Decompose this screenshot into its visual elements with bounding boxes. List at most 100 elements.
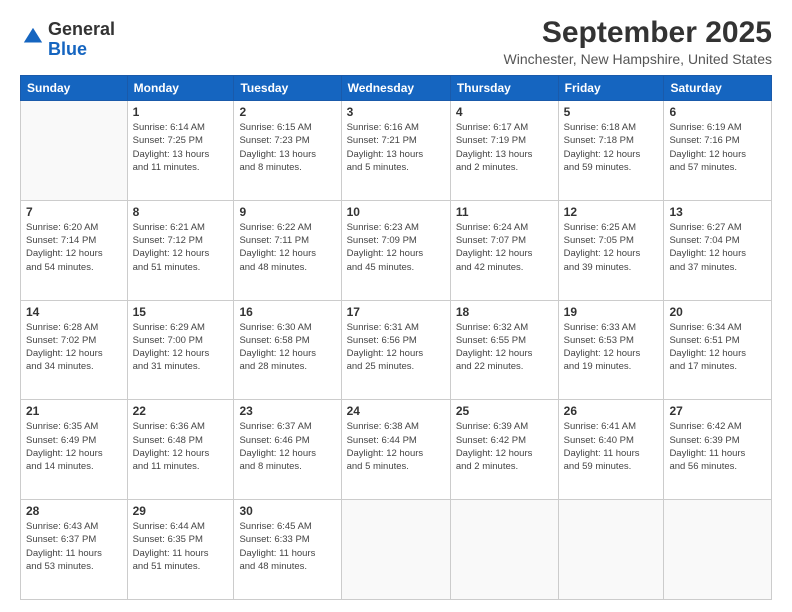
- week-row-1: 7 Sunrise: 6:20 AM Sunset: 7:14 PM Daylig…: [21, 200, 772, 300]
- day-number: 15: [133, 305, 229, 319]
- day-number: 1: [133, 105, 229, 119]
- day-info: Sunrise: 6:33 AM Sunset: 6:53 PM Dayligh…: [564, 321, 659, 374]
- day-info: Sunrise: 6:45 AM Sunset: 6:33 PM Dayligh…: [239, 520, 335, 573]
- day-info: Sunrise: 6:30 AM Sunset: 6:58 PM Dayligh…: [239, 321, 335, 374]
- logo-text: General Blue: [48, 20, 115, 60]
- day-info: Sunrise: 6:32 AM Sunset: 6:55 PM Dayligh…: [456, 321, 553, 374]
- day-info: Sunrise: 6:22 AM Sunset: 7:11 PM Dayligh…: [239, 221, 335, 274]
- day-cell: 23Sunrise: 6:37 AM Sunset: 6:46 PM Dayli…: [234, 400, 341, 500]
- day-info: Sunrise: 6:36 AM Sunset: 6:48 PM Dayligh…: [133, 420, 229, 473]
- day-cell: 10Sunrise: 6:23 AM Sunset: 7:09 PM Dayli…: [341, 200, 450, 300]
- day-cell: 24 Sunrise: 6:38 AM Sunset: 6:44 PM Dayli…: [341, 400, 450, 500]
- day-cell: 20 Sunrise: 6:34 AM Sunset: 6:51 PM Dayli…: [664, 300, 772, 400]
- day-cell: 7 Sunrise: 6:20 AM Sunset: 7:14 PM Daylig…: [21, 200, 128, 300]
- day-number: 22: [133, 404, 229, 418]
- day-number: 2: [239, 105, 335, 119]
- page: General Blue September 2025 Winchester, …: [0, 0, 792, 612]
- day-info: Sunrise: 6:24 AM Sunset: 7:07 PM Dayligh…: [456, 221, 553, 274]
- day-number: 8: [133, 205, 229, 219]
- day-info: Sunrise: 6:20 AM Sunset: 7:14 PM Dayligh…: [26, 221, 122, 274]
- day-cell: [450, 500, 558, 600]
- day-cell: 3 Sunrise: 6:16 AM Sunset: 7:21 PM Daylig…: [341, 101, 450, 201]
- day-number: 13: [669, 205, 766, 219]
- day-number: 27: [669, 404, 766, 418]
- day-number: 25: [456, 404, 553, 418]
- day-cell: 28 Sunrise: 6:43 AM Sunset: 6:37 PM Dayli…: [21, 500, 128, 600]
- day-number: 11: [456, 205, 553, 219]
- day-info: Sunrise: 6:21 AM Sunset: 7:12 PM Dayligh…: [133, 221, 229, 274]
- calendar-table: SundayMondayTuesdayWednesdayThursdayFrid…: [20, 75, 772, 600]
- day-cell: 12Sunrise: 6:25 AM Sunset: 7:05 PM Dayli…: [558, 200, 664, 300]
- day-info: Sunrise: 6:41 AM Sunset: 6:40 PM Dayligh…: [564, 420, 659, 473]
- day-info: Sunrise: 6:14 AM Sunset: 7:25 PM Dayligh…: [133, 121, 229, 174]
- day-info: Sunrise: 6:23 AM Sunset: 7:09 PM Dayligh…: [347, 221, 445, 274]
- week-row-3: 21 Sunrise: 6:35 AM Sunset: 6:49 PM Dayli…: [21, 400, 772, 500]
- day-cell: 13 Sunrise: 6:27 AM Sunset: 7:04 PM Dayli…: [664, 200, 772, 300]
- weekday-header-sunday: Sunday: [21, 76, 128, 101]
- day-cell: 6 Sunrise: 6:19 AM Sunset: 7:16 PM Daylig…: [664, 101, 772, 201]
- logo-blue: Blue: [48, 39, 87, 59]
- day-cell: 29 Sunrise: 6:44 AM Sunset: 6:35 PM Dayli…: [127, 500, 234, 600]
- day-number: 30: [239, 504, 335, 518]
- weekday-header-tuesday: Tuesday: [234, 76, 341, 101]
- day-info: Sunrise: 6:43 AM Sunset: 6:37 PM Dayligh…: [26, 520, 122, 573]
- day-cell: 18 Sunrise: 6:32 AM Sunset: 6:55 PM Dayli…: [450, 300, 558, 400]
- day-info: Sunrise: 6:28 AM Sunset: 7:02 PM Dayligh…: [26, 321, 122, 374]
- day-info: Sunrise: 6:15 AM Sunset: 7:23 PM Dayligh…: [239, 121, 335, 174]
- month-title: September 2025: [504, 16, 772, 49]
- weekday-header-monday: Monday: [127, 76, 234, 101]
- week-row-4: 28 Sunrise: 6:43 AM Sunset: 6:37 PM Dayli…: [21, 500, 772, 600]
- day-cell: 11 Sunrise: 6:24 AM Sunset: 7:07 PM Dayli…: [450, 200, 558, 300]
- day-cell: 2 Sunrise: 6:15 AM Sunset: 7:23 PM Daylig…: [234, 101, 341, 201]
- day-number: 14: [26, 305, 122, 319]
- day-number: 20: [669, 305, 766, 319]
- day-info: Sunrise: 6:38 AM Sunset: 6:44 PM Dayligh…: [347, 420, 445, 473]
- day-cell: 22 Sunrise: 6:36 AM Sunset: 6:48 PM Dayli…: [127, 400, 234, 500]
- day-number: 29: [133, 504, 229, 518]
- day-cell: 14 Sunrise: 6:28 AM Sunset: 7:02 PM Dayli…: [21, 300, 128, 400]
- day-cell: [664, 500, 772, 600]
- weekday-header-thursday: Thursday: [450, 76, 558, 101]
- day-cell: 19 Sunrise: 6:33 AM Sunset: 6:53 PM Dayli…: [558, 300, 664, 400]
- weekday-header-saturday: Saturday: [664, 76, 772, 101]
- day-number: 23: [239, 404, 335, 418]
- day-number: 26: [564, 404, 659, 418]
- day-number: 4: [456, 105, 553, 119]
- day-number: 19: [564, 305, 659, 319]
- day-number: 5: [564, 105, 659, 119]
- day-cell: 9Sunrise: 6:22 AM Sunset: 7:11 PM Daylig…: [234, 200, 341, 300]
- location: Winchester, New Hampshire, United States: [504, 51, 772, 67]
- day-info: Sunrise: 6:42 AM Sunset: 6:39 PM Dayligh…: [669, 420, 766, 473]
- day-info: Sunrise: 6:19 AM Sunset: 7:16 PM Dayligh…: [669, 121, 766, 174]
- day-info: Sunrise: 6:34 AM Sunset: 6:51 PM Dayligh…: [669, 321, 766, 374]
- day-info: Sunrise: 6:35 AM Sunset: 6:49 PM Dayligh…: [26, 420, 122, 473]
- day-number: 7: [26, 205, 122, 219]
- day-cell: 4Sunrise: 6:17 AM Sunset: 7:19 PM Daylig…: [450, 101, 558, 201]
- day-cell: 25Sunrise: 6:39 AM Sunset: 6:42 PM Dayli…: [450, 400, 558, 500]
- day-info: Sunrise: 6:18 AM Sunset: 7:18 PM Dayligh…: [564, 121, 659, 174]
- day-cell: 15 Sunrise: 6:29 AM Sunset: 7:00 PM Dayli…: [127, 300, 234, 400]
- header: General Blue September 2025 Winchester, …: [20, 16, 772, 67]
- day-number: 24: [347, 404, 445, 418]
- day-info: Sunrise: 6:16 AM Sunset: 7:21 PM Dayligh…: [347, 121, 445, 174]
- day-info: Sunrise: 6:31 AM Sunset: 6:56 PM Dayligh…: [347, 321, 445, 374]
- day-number: 21: [26, 404, 122, 418]
- logo-general: General: [48, 19, 115, 39]
- day-cell: [341, 500, 450, 600]
- day-cell: [558, 500, 664, 600]
- day-cell: 8 Sunrise: 6:21 AM Sunset: 7:12 PM Daylig…: [127, 200, 234, 300]
- day-info: Sunrise: 6:27 AM Sunset: 7:04 PM Dayligh…: [669, 221, 766, 274]
- day-cell: 5 Sunrise: 6:18 AM Sunset: 7:18 PM Daylig…: [558, 101, 664, 201]
- day-info: Sunrise: 6:44 AM Sunset: 6:35 PM Dayligh…: [133, 520, 229, 573]
- day-number: 18: [456, 305, 553, 319]
- day-info: Sunrise: 6:29 AM Sunset: 7:00 PM Dayligh…: [133, 321, 229, 374]
- weekday-header-row: SundayMondayTuesdayWednesdayThursdayFrid…: [21, 76, 772, 101]
- day-cell: 17 Sunrise: 6:31 AM Sunset: 6:56 PM Dayli…: [341, 300, 450, 400]
- day-number: 6: [669, 105, 766, 119]
- day-number: 17: [347, 305, 445, 319]
- title-block: September 2025 Winchester, New Hampshire…: [504, 16, 772, 67]
- day-number: 12: [564, 205, 659, 219]
- day-number: 28: [26, 504, 122, 518]
- week-row-2: 14 Sunrise: 6:28 AM Sunset: 7:02 PM Dayli…: [21, 300, 772, 400]
- day-number: 3: [347, 105, 445, 119]
